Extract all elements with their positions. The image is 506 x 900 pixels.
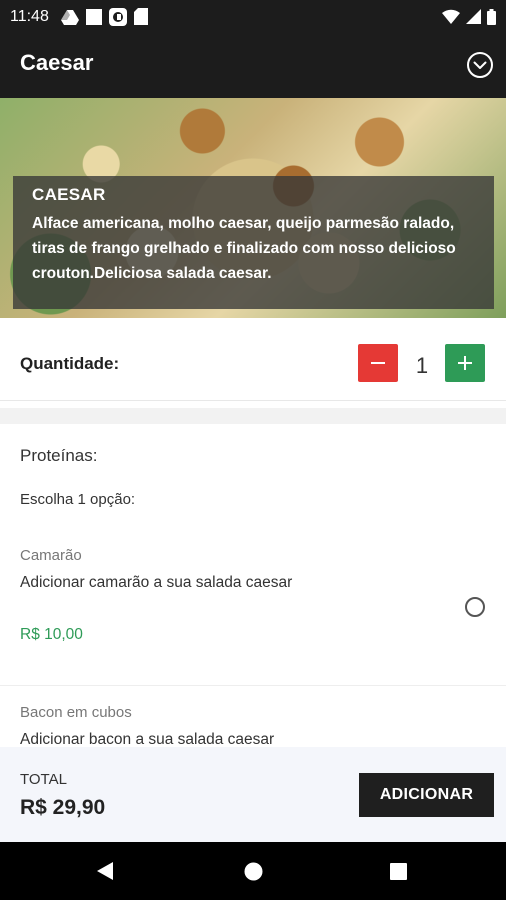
option-price: R$ 10,00 xyxy=(20,626,83,643)
battery-icon xyxy=(487,8,496,25)
recents-icon[interactable] xyxy=(390,863,407,880)
app-bar: Caesar xyxy=(0,33,506,98)
status-time: 11:48 xyxy=(10,7,49,25)
product-name: CAESAR xyxy=(32,185,106,204)
quantity-row: Quantidade: 1 xyxy=(0,318,506,401)
square-icon xyxy=(85,8,102,25)
status-bar: 11:48 xyxy=(0,0,506,33)
total-value: R$ 29,90 xyxy=(20,796,106,819)
page-title: Caesar xyxy=(20,50,94,75)
sd-card-icon xyxy=(133,8,148,25)
signal-icon xyxy=(466,9,481,24)
option-description: Adicionar camarão a sua salada caesar xyxy=(20,574,293,591)
option-radio[interactable] xyxy=(465,597,485,617)
collapse-button[interactable] xyxy=(466,51,494,79)
back-icon[interactable] xyxy=(96,861,114,881)
order-footer: TOTAL R$ 29,90 ADICIONAR xyxy=(0,747,506,842)
option-name: Camarão xyxy=(20,547,82,564)
minus-icon xyxy=(371,362,385,364)
system-nav-bar xyxy=(0,842,506,900)
notification-icons xyxy=(60,7,148,26)
chevron-down-circle-icon xyxy=(467,52,493,78)
section-title: Proteínas: xyxy=(20,446,98,465)
section-separator xyxy=(0,408,506,424)
drive-icon xyxy=(60,9,79,25)
increase-quantity-button[interactable] xyxy=(445,344,485,382)
decrease-quantity-button[interactable] xyxy=(358,344,398,382)
section-subtitle: Escolha 1 opção: xyxy=(20,491,136,508)
option-name: Bacon em cubos xyxy=(20,704,132,721)
product-description: Alface americana, molho caesar, queijo p… xyxy=(32,215,456,282)
quantity-value: 1 xyxy=(415,353,429,378)
home-icon[interactable] xyxy=(244,862,263,881)
quantity-label: Quantidade: xyxy=(20,354,120,373)
total-label: TOTAL xyxy=(20,771,67,788)
product-info-card: CAESAR Alface americana, molho caesar, q… xyxy=(13,176,494,309)
add-to-cart-button[interactable]: ADICIONAR xyxy=(359,773,494,817)
app-badge-icon xyxy=(108,7,127,26)
plus-icon xyxy=(458,356,472,370)
wifi-icon xyxy=(442,9,460,24)
option-divider xyxy=(0,685,506,686)
